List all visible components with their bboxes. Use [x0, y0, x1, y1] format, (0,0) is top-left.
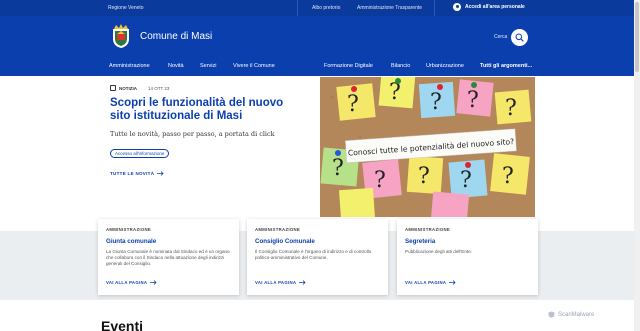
- card-title[interactable]: Segreteria: [405, 238, 435, 245]
- svg-text:?: ?: [418, 164, 430, 189]
- main-nav: Amministrazione Novità Servizi Vivere il…: [0, 58, 634, 76]
- divider: [434, 0, 435, 16]
- nav-item-all-topics[interactable]: Tutti gli argomenti...: [480, 63, 532, 69]
- svg-text:?: ?: [347, 92, 359, 117]
- site-title[interactable]: Comune di Masi: [140, 31, 212, 42]
- svg-text:?: ?: [502, 164, 514, 189]
- watermark-label: ScanMalware: [558, 311, 595, 318]
- arrow-right-icon: [157, 171, 164, 176]
- scrollbar-thumb[interactable]: [635, 2, 639, 72]
- svg-text:?: ?: [505, 96, 517, 121]
- search-label: Cerca: [494, 34, 508, 40]
- card-description: Il Consiglio Comunale è l'organo di indi…: [255, 249, 372, 261]
- login-button[interactable]: Accedi all'area personale: [453, 3, 525, 11]
- card-category: AMMINISTRAZIONE: [255, 227, 301, 232]
- user-icon: [453, 3, 461, 11]
- nav-item-urbanizzazione[interactable]: Urbanizzazione: [426, 63, 464, 69]
- arrow-right-icon: [150, 280, 157, 285]
- card-link[interactable]: VAI ALLA PAGINA: [255, 280, 306, 285]
- card-link-label: VAI ALLA PAGINA: [106, 280, 148, 285]
- news-category: NOTIZIA: [119, 85, 137, 91]
- nav-item-formazione-digitale[interactable]: Formazione Digitale: [324, 63, 373, 69]
- sticky-notes-illustration: ? ? ? ? ? ? ? ? ? ? Conosci tutte le pot…: [320, 77, 535, 217]
- topic-chip[interactable]: Accesso all'informazione: [110, 149, 170, 158]
- top-bar: Regione Veneto Albo pretorio Amministraz…: [0, 0, 634, 16]
- card-link-label: VAI ALLA PAGINA: [255, 280, 297, 285]
- news-meta: NOTIZIA 14 OTT 23: [110, 85, 169, 91]
- card-description: La Giunta Comunale è nominata dal Sindac…: [106, 249, 230, 267]
- card-title[interactable]: Giunta comunale: [106, 238, 156, 245]
- region-link[interactable]: Regione Veneto: [108, 5, 144, 11]
- arrow-right-icon: [299, 280, 306, 285]
- amministrazione-trasparente-link[interactable]: Amministrazione Trasparente: [357, 5, 422, 11]
- svg-text:?: ?: [460, 168, 472, 193]
- search-icon: [515, 33, 524, 42]
- svg-text:?: ?: [467, 88, 479, 113]
- card-category: AMMINISTRAZIONE: [405, 227, 451, 232]
- svg-text:?: ?: [430, 90, 442, 115]
- svg-text:?: ?: [332, 156, 344, 181]
- nav-item-vivere-il-comune[interactable]: Vivere il Comune: [233, 63, 275, 69]
- search-button[interactable]: [511, 29, 528, 46]
- events-heading: Eventi: [101, 318, 144, 331]
- albo-pretorio-link[interactable]: Albo pretorio: [312, 5, 340, 11]
- card-title[interactable]: Consiglio Comunale: [255, 238, 315, 245]
- nav-item-bilancio[interactable]: Bilancio: [391, 63, 410, 69]
- hero-image: ? ? ? ? ? ? ? ? ? ? Conosci tutte le pot…: [320, 77, 535, 217]
- calendar-icon: [110, 85, 116, 91]
- watermark: ScanMalware: [548, 311, 594, 318]
- card-description: Pubblicazione degli atti dell'Ente.: [405, 249, 473, 254]
- card-link[interactable]: VAI ALLA PAGINA: [405, 280, 456, 285]
- hero-subtitle: Tutte le novità, passo per passo, a port…: [110, 130, 275, 138]
- all-news-label: TUTTE LE NOVITÀ: [110, 171, 155, 176]
- card-category: AMMINISTRAZIONE: [106, 227, 152, 232]
- nav-item-amministrazione[interactable]: Amministrazione: [109, 63, 150, 69]
- card-link-label: VAI ALLA PAGINA: [405, 280, 447, 285]
- card-segreteria[interactable]: AMMINISTRAZIONE Segreteria Pubblicazione…: [397, 219, 538, 295]
- shield-icon: [548, 311, 555, 318]
- news-date: 14 OTT 23: [148, 85, 170, 91]
- page-scrollbar[interactable]: [634, 0, 640, 331]
- card-giunta-comunale[interactable]: AMMINISTRAZIONE Giunta comunale La Giunt…: [98, 219, 239, 295]
- nav-item-servizi[interactable]: Servizi: [200, 63, 217, 69]
- municipality-crest-icon[interactable]: [110, 23, 132, 49]
- divider: [297, 0, 298, 16]
- all-news-link[interactable]: TUTTE LE NOVITÀ: [110, 171, 164, 176]
- login-label: Accedi all'area personale: [465, 4, 525, 10]
- card-consiglio-comunale[interactable]: AMMINISTRAZIONE Consiglio Comunale Il Co…: [247, 219, 388, 295]
- card-link[interactable]: VAI ALLA PAGINA: [106, 280, 157, 285]
- hero-title[interactable]: Scopri le funzionalità del nuovo sito is…: [110, 97, 300, 123]
- nav-item-novita[interactable]: Novità: [168, 63, 184, 69]
- svg-text:?: ?: [374, 168, 386, 193]
- arrow-right-icon: [449, 280, 456, 285]
